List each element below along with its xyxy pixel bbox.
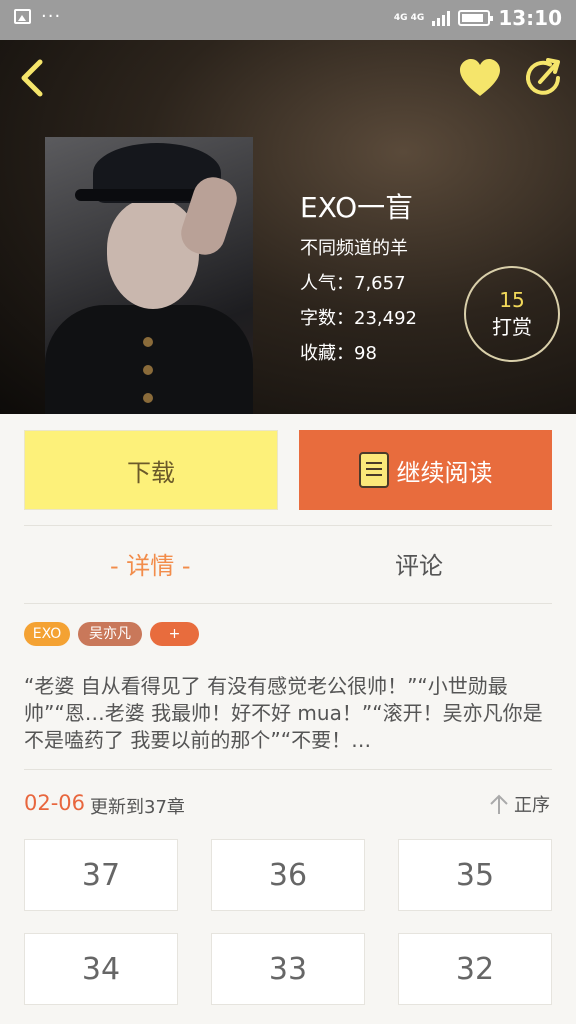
book-icon (358, 452, 389, 488)
sort-order-button[interactable]: 正序 (488, 790, 550, 818)
reward-button[interactable]: 15 打赏 (464, 266, 560, 362)
tab-comments[interactable]: 评论 (395, 546, 443, 581)
divider (24, 603, 552, 604)
book-popularity: 人气：7,657 (300, 273, 406, 294)
reward-label: 打赏 (492, 315, 532, 339)
more-dots-icon: ··· (41, 5, 62, 27)
update-text: 更新到37章 (90, 797, 185, 818)
sort-order-label: 正序 (514, 795, 550, 816)
network-type: 4G 4G (393, 12, 425, 23)
continue-reading-label: 继续阅读 (396, 458, 493, 487)
chapter-cell[interactable]: 34 (24, 933, 178, 1005)
continue-reading-button[interactable]: 继续阅读 (299, 430, 552, 510)
tag-exo[interactable]: EXO (24, 622, 70, 646)
tag-wu-yifan[interactable]: 吴亦凡 (78, 622, 142, 646)
synopsis[interactable]: “老婆 自从看得见了 有没有感觉老公很帅！”“小世勋最帅”“恩…老婆 我最帅！好… (24, 673, 552, 754)
chapter-cell[interactable]: 35 (398, 839, 552, 911)
book-author[interactable]: 不同频道的羊 (300, 234, 408, 260)
chapter-cell[interactable]: 33 (211, 933, 365, 1005)
heart-icon[interactable] (458, 58, 502, 98)
reward-count: 15 (499, 288, 525, 312)
arrow-up-icon (490, 794, 508, 814)
chapter-cell[interactable]: 36 (211, 839, 365, 911)
book-favorites: 收藏：98 (300, 343, 377, 364)
download-label: 下载 (127, 458, 175, 487)
gallery-icon (14, 9, 31, 24)
book-cover[interactable] (45, 137, 253, 414)
status-bar: ··· 4G 4G 13:10 (0, 0, 576, 40)
download-button[interactable]: 下载 (24, 430, 278, 510)
signal-icon (432, 10, 451, 26)
tab-details[interactable]: - 详情 - (110, 546, 191, 581)
back-arrow-icon[interactable] (14, 58, 54, 98)
chapter-cell[interactable]: 32 (398, 933, 552, 1005)
clock: 13:10 (498, 6, 562, 30)
chapter-cell[interactable]: 37 (24, 839, 178, 911)
add-tag-button[interactable]: + (150, 622, 199, 646)
divider (24, 769, 552, 770)
share-icon[interactable] (522, 56, 566, 100)
divider (24, 525, 552, 526)
update-date: 02-06 (24, 791, 86, 815)
book-header: EXO一盲 不同频道的羊 人气：7,657 字数：23,492 收藏：98 15… (0, 40, 576, 414)
book-title: EXO一盲 (300, 191, 414, 224)
book-word-count: 字数：23,492 (300, 308, 417, 329)
battery-icon (458, 10, 494, 26)
